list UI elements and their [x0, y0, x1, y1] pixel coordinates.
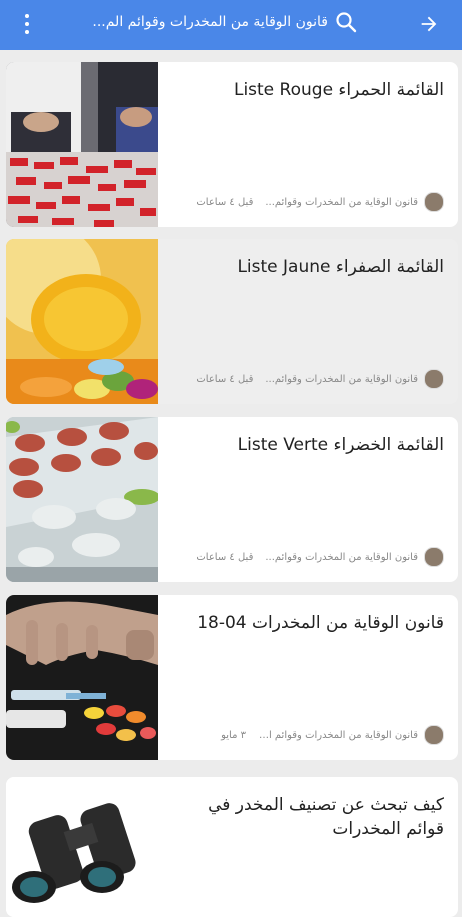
article-card[interactable]: القائمة الحمراء Liste Rouge قانون الوقاي… [6, 62, 458, 227]
article-time: قبل ٤ ساعات [196, 196, 254, 208]
app-bar: قانون الوقاية من المخدرات وقوائم الم... [0, 0, 462, 50]
article-thumbnail [6, 417, 158, 582]
article-meta: قانون الوقاية من المخدرات وقوائم المخدر.… [169, 724, 444, 746]
article-card[interactable]: القائمة الخضراء Liste Verte قانون الوقاي… [6, 417, 458, 582]
article-card[interactable]: كيف تبحث عن تصنيف المخدر في قوائم المخدر… [6, 777, 458, 917]
article-time: قبل ٤ ساعات [196, 551, 254, 563]
article-source: قانون الوقاية من المخدرات وقوائم... [265, 196, 418, 208]
article-meta: قانون الوقاية من المخدرات وقوائم... قبل … [169, 368, 444, 390]
article-thumbnail [6, 239, 158, 404]
article-title: القائمة الخضراء Liste Verte [237, 435, 444, 455]
page-title: قانون الوقاية من المخدرات وقوائم الم... [92, 14, 328, 30]
article-title: كيف تبحث عن تصنيف المخدر في قوائم المخدر… [208, 795, 444, 839]
arrow-right-icon [421, 16, 437, 32]
article-title: القائمة الصفراء Liste Jaune [237, 257, 444, 277]
article-card[interactable]: القائمة الصفراء Liste Jaune قانون الوقاي… [6, 239, 458, 404]
article-card[interactable]: قانون الوقاية من المخدرات 04-18 قانون ال… [6, 595, 458, 760]
article-source: قانون الوقاية من المخدرات وقوائم... [265, 373, 418, 385]
avatar [424, 369, 444, 389]
avatar [424, 192, 444, 212]
article-thumbnail [6, 595, 158, 760]
article-title: قانون الوقاية من المخدرات 04-18 [197, 613, 444, 633]
avatar [424, 547, 444, 567]
article-title: القائمة الحمراء Liste Rouge [233, 80, 444, 100]
avatar [424, 725, 444, 745]
search-icon [336, 12, 357, 33]
article-source: قانون الوقاية من المخدرات وقوائم... [265, 551, 418, 563]
article-time: ٣ مايو [221, 729, 246, 741]
more-vert-icon[interactable] [18, 9, 36, 39]
article-meta: قانون الوقاية من المخدرات وقوائم... قبل … [169, 546, 444, 568]
article-meta: قانون الوقاية من المخدرات وقوائم... قبل … [169, 191, 444, 213]
search-button[interactable] [334, 10, 358, 34]
article-thumbnail [6, 777, 158, 917]
article-thumbnail [6, 62, 158, 227]
article-time: قبل ٤ ساعات [196, 373, 254, 385]
article-source: قانون الوقاية من المخدرات وقوائم المخدر.… [258, 729, 418, 741]
back-button[interactable] [414, 9, 444, 39]
